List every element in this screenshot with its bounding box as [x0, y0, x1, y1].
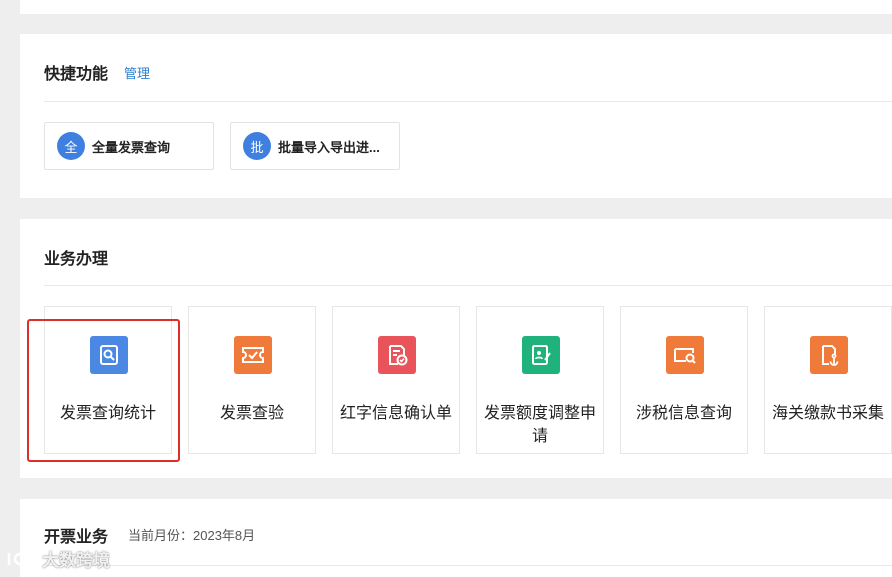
- quick-item-full-invoice-query[interactable]: 全 全量发票查询: [44, 122, 214, 170]
- quick-functions-card: 快捷功能 管理 全 全量发票查询 批 批量导入导出进...: [20, 34, 892, 198]
- invoice-search-icon: [90, 336, 128, 374]
- quick-functions-title: 快捷功能: [44, 66, 109, 83]
- card-search-icon: [666, 336, 704, 374]
- business-title: 业务办理: [44, 251, 109, 268]
- tile-label: 涉税信息查询: [635, 405, 732, 422]
- ticket-verify-icon: [234, 336, 272, 374]
- tile-invoice-query-stats[interactable]: 发票查询统计: [44, 306, 172, 454]
- quick-item-badge: 批: [243, 132, 271, 160]
- quick-item-label: 全量发票查询: [92, 139, 171, 155]
- tile-invoice-verify[interactable]: 发票查验: [188, 306, 316, 454]
- current-month-label: 当前月份：2023年8月: [128, 528, 256, 543]
- quick-item-label: 批量导入导出进...: [278, 139, 380, 155]
- divider: [44, 285, 892, 286]
- tile-customs-payment-collect[interactable]: 海关缴款书采集: [764, 306, 892, 454]
- manage-link[interactable]: 管理: [124, 63, 150, 82]
- tile-red-letter-confirmation[interactable]: 红字信息确认单: [332, 306, 460, 454]
- top-card: [20, 0, 892, 14]
- divider: [44, 101, 892, 102]
- divider: [44, 565, 892, 566]
- business-card: 业务办理 发票查询统计 发票查验 红字信息确认单 发票额度调整申请 涉税信息查询: [20, 219, 892, 478]
- tile-invoice-quota-adjust[interactable]: 发票额度调整申请: [476, 306, 604, 454]
- tile-label: 发票额度调整申请: [483, 405, 596, 445]
- anchor-doc-icon: [810, 336, 848, 374]
- invoicing-card: 开票业务 当前月份：2023年8月: [20, 499, 892, 577]
- quick-item-batch-import-export[interactable]: 批 批量导入导出进...: [230, 122, 400, 170]
- edit-doc-icon: [522, 336, 560, 374]
- tile-tax-info-query[interactable]: 涉税信息查询: [620, 306, 748, 454]
- doc-check-icon: [378, 336, 416, 374]
- watermark-logo-icon: [7, 552, 38, 565]
- tile-label: 发票查询统计: [59, 405, 156, 422]
- quick-item-badge: 全: [57, 132, 85, 160]
- tile-label: 海关缴款书采集: [771, 405, 884, 422]
- tile-label: 红字信息确认单: [339, 405, 452, 422]
- watermark-text: 大数跨境: [42, 551, 110, 570]
- watermark: 大数跨境: [6, 546, 110, 571]
- tile-label: 发票查验: [219, 405, 284, 422]
- invoicing-title: 开票业务: [44, 529, 109, 546]
